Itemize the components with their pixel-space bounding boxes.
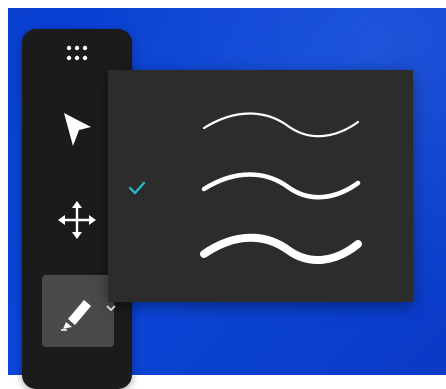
- thick-stroke-icon: [200, 233, 362, 264]
- stroke-width-popup: [108, 70, 413, 302]
- stroke-option-thin[interactable]: [108, 96, 413, 156]
- arrow-cursor-icon: [64, 113, 91, 146]
- pen-tool-button[interactable]: [42, 275, 116, 347]
- medium-stroke-icon: [201, 172, 361, 200]
- move-tool-button[interactable]: [39, 189, 115, 251]
- select-tool-button[interactable]: [39, 99, 115, 161]
- thin-stroke-icon: [202, 112, 360, 138]
- checkmark-icon: [128, 181, 146, 195]
- move-arrows-icon: [58, 201, 96, 239]
- chevron-down-icon[interactable]: [104, 301, 118, 315]
- stroke-option-thick[interactable]: [108, 218, 413, 278]
- toolbar-grip-handle[interactable]: [39, 29, 115, 77]
- stroke-option-medium[interactable]: [108, 157, 413, 217]
- grip-dots-icon: [66, 45, 88, 61]
- pen-icon: [61, 300, 91, 331]
